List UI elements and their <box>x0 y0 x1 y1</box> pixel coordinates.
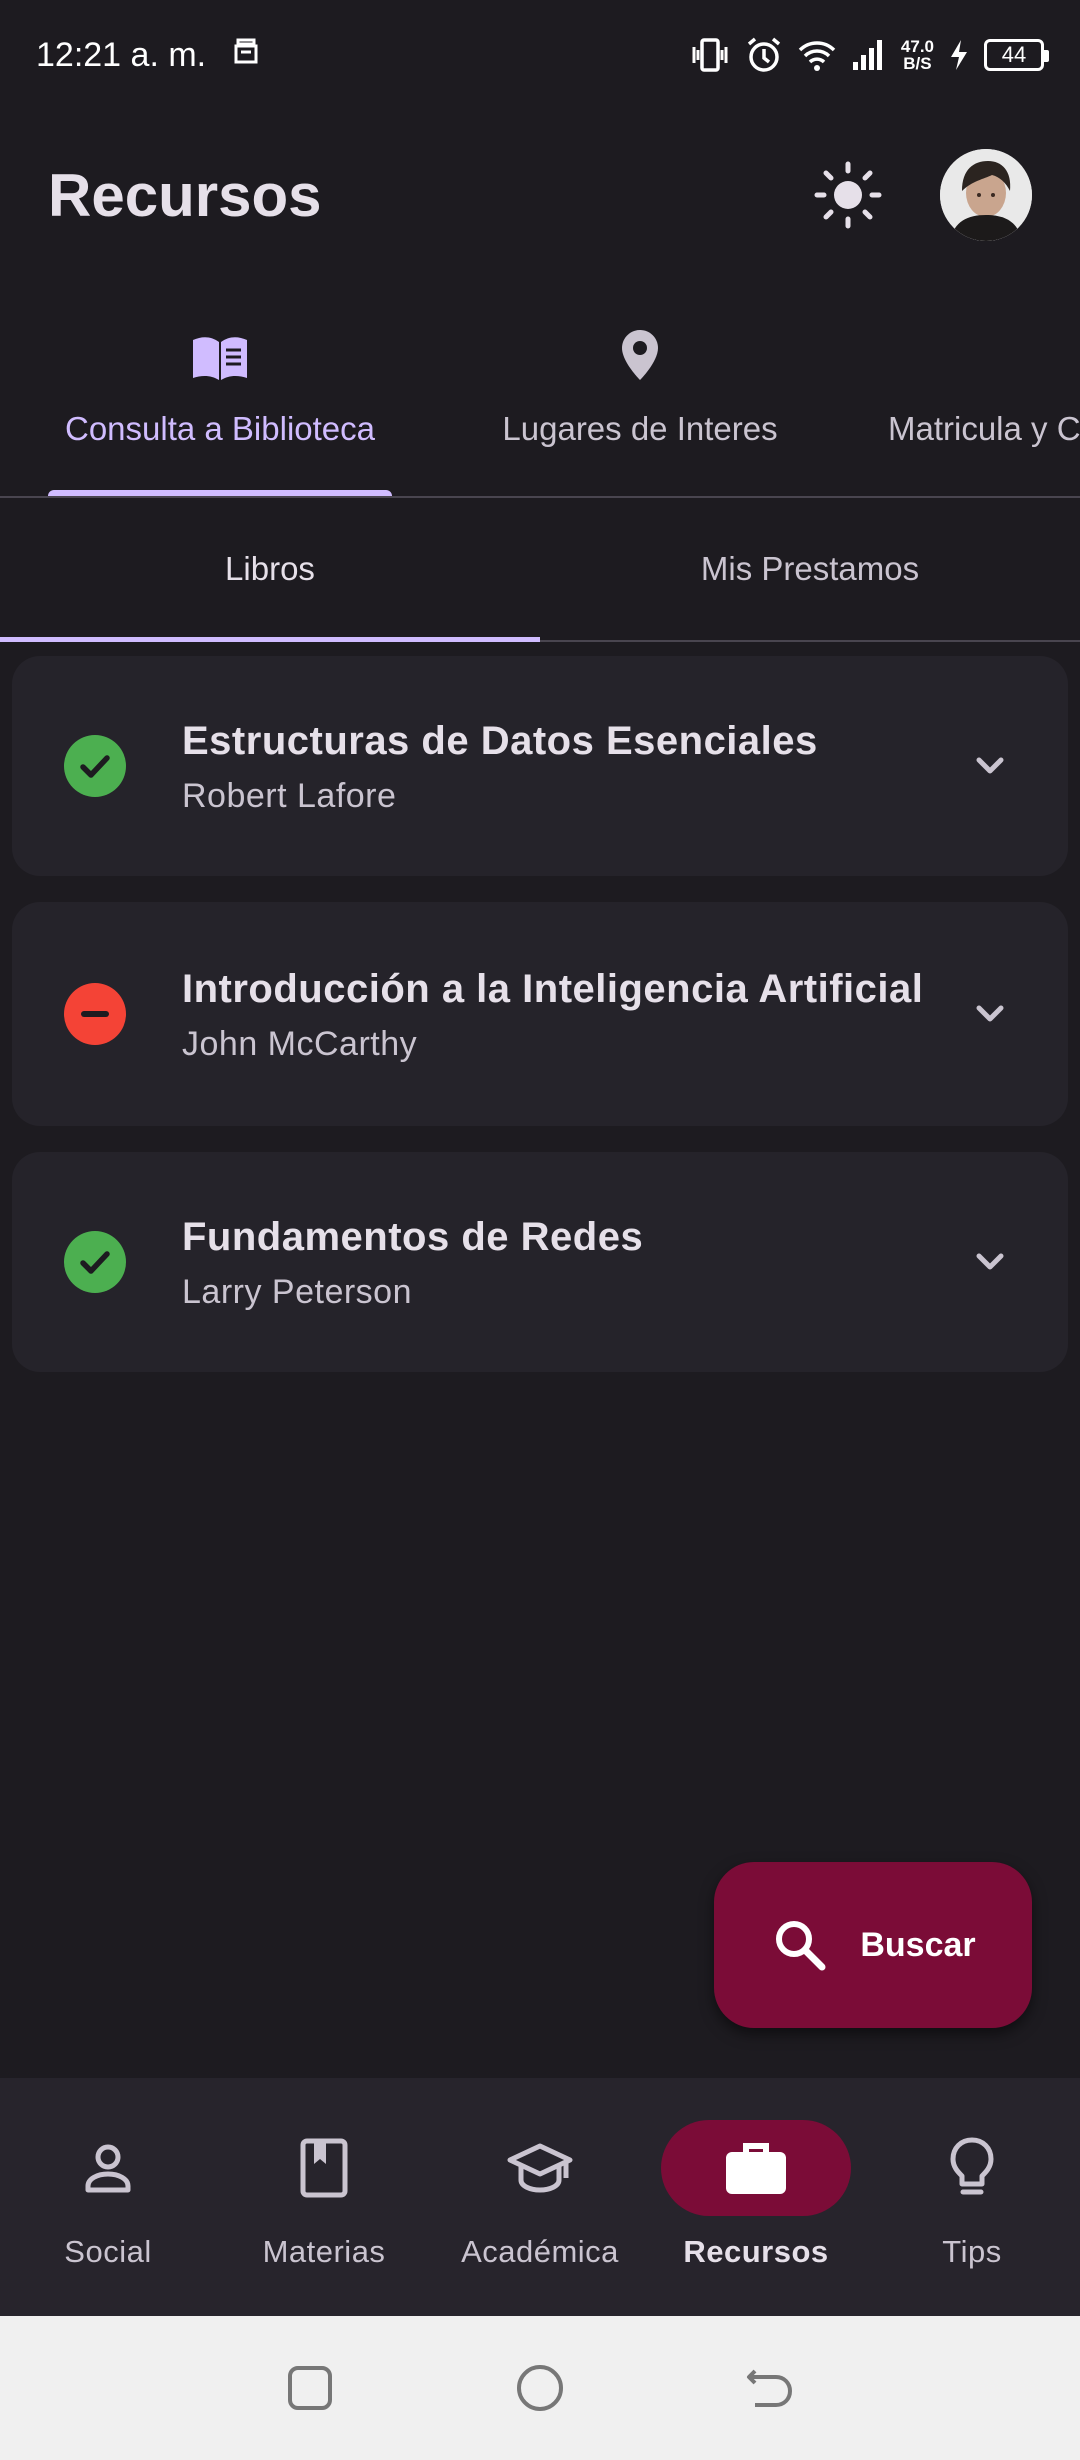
library-book-icon <box>193 337 247 380</box>
notification-icon <box>232 34 260 77</box>
available-status-icon <box>64 1231 126 1293</box>
battery-level: 44 <box>1001 42 1027 67</box>
unavailable-status-icon <box>64 983 126 1045</box>
available-status-icon <box>64 735 126 797</box>
nav-item-tips[interactable]: Tips <box>864 2078 1080 2316</box>
status-bar: 12:21 a. m. 47.0 B/S 44 <box>0 0 1080 110</box>
battery-indicator: 44 <box>984 39 1049 71</box>
sun-icon <box>814 161 882 229</box>
tab-label: Lugares de Interes <box>502 410 778 447</box>
search-icon <box>776 1921 826 1971</box>
book-author: Robert Lafore <box>182 777 397 815</box>
theme-toggle-button[interactable] <box>808 155 888 235</box>
nav-label: Tips <box>942 2234 1002 2269</box>
network-speed: 47.0 B/S <box>901 38 934 72</box>
book-title: Fundamentos de Redes <box>182 1215 644 1259</box>
status-time: 12:21 a. m. <box>36 35 207 74</box>
nav-item-academica[interactable]: Académica <box>432 2078 648 2316</box>
book-list: Estructuras de Datos Esenciales Robert L… <box>12 656 1068 1398</box>
back-button[interactable] <box>740 2358 800 2418</box>
app-header: Recursos <box>0 130 1080 260</box>
signal-icon <box>851 38 887 72</box>
secondary-tabs: Libros Mis Prestamos <box>0 498 1080 642</box>
circle-icon <box>517 2365 563 2411</box>
tab-indicator <box>48 490 392 496</box>
nav-label: Académica <box>461 2234 619 2269</box>
search-fab-button[interactable]: Buscar <box>714 1862 1032 2028</box>
charging-icon <box>948 38 970 72</box>
tab-matricula[interactable]: Matricula y C <box>888 300 1080 496</box>
briefcase-icon <box>726 2143 786 2194</box>
bottom-navigation: Social Materias Académica Recursos Tips <box>0 2078 1080 2316</box>
tab-label: Mis Prestamos <box>700 550 920 587</box>
home-button[interactable] <box>510 2358 570 2418</box>
network-speed-unit: B/S <box>903 54 932 73</box>
tab-label: Consulta a Biblioteca <box>64 410 376 447</box>
chevron-down-icon[interactable] <box>962 738 1018 794</box>
avatar[interactable] <box>940 149 1032 241</box>
book-author: John McCarthy <box>182 1025 418 1063</box>
tab-mis-prestamos[interactable]: Mis Prestamos <box>540 498 1080 640</box>
tab-lugares-interes[interactable]: Lugares de Interes <box>490 300 790 496</box>
nav-label: Materias <box>262 2234 386 2269</box>
nav-label: Social <box>64 2234 152 2269</box>
nav-item-materias[interactable]: Materias <box>216 2078 432 2316</box>
book-card[interactable]: Estructuras de Datos Esenciales Robert L… <box>12 656 1068 876</box>
fab-label: Buscar <box>860 1925 976 1964</box>
nav-item-recursos[interactable]: Recursos <box>648 2078 864 2316</box>
square-icon <box>288 2366 332 2410</box>
vibrate-icon <box>689 37 731 73</box>
system-navigation-bar <box>0 2316 1080 2460</box>
book-title: Estructuras de Datos Esenciales <box>182 719 818 763</box>
tab-label: Matricula y C <box>888 410 1080 447</box>
tab-label: Libros <box>225 550 315 587</box>
location-pin-icon <box>622 330 658 380</box>
book-title: Introducción a la Inteligencia Artificia… <box>182 967 924 1011</box>
book-card[interactable]: Fundamentos de Redes Larry Peterson <box>12 1152 1068 1372</box>
person-icon <box>85 2144 131 2193</box>
back-arrow-icon <box>747 2369 793 2407</box>
tab-libros[interactable]: Libros <box>0 498 540 642</box>
wifi-icon <box>797 38 837 72</box>
book-card[interactable]: Introducción a la Inteligencia Artificia… <box>12 902 1068 1126</box>
nav-item-social[interactable]: Social <box>0 2078 216 2316</box>
lightbulb-icon <box>950 2137 994 2195</box>
book-author: Larry Peterson <box>182 1273 412 1311</box>
network-speed-value: 47.0 <box>900 37 934 56</box>
chevron-down-icon[interactable] <box>962 986 1018 1042</box>
primary-tabs: Consulta a Biblioteca Lugares de Interes… <box>0 300 1080 498</box>
book-icon <box>300 2138 348 2198</box>
tab-indicator <box>0 637 540 642</box>
chevron-down-icon[interactable] <box>962 1234 1018 1290</box>
recents-button[interactable] <box>280 2358 340 2418</box>
graduation-cap-icon <box>507 2143 573 2193</box>
alarm-icon <box>745 36 783 74</box>
tab-consulta-biblioteca[interactable]: Consulta a Biblioteca <box>48 300 392 496</box>
nav-label: Recursos <box>683 2234 829 2269</box>
page-title: Recursos <box>48 161 322 229</box>
